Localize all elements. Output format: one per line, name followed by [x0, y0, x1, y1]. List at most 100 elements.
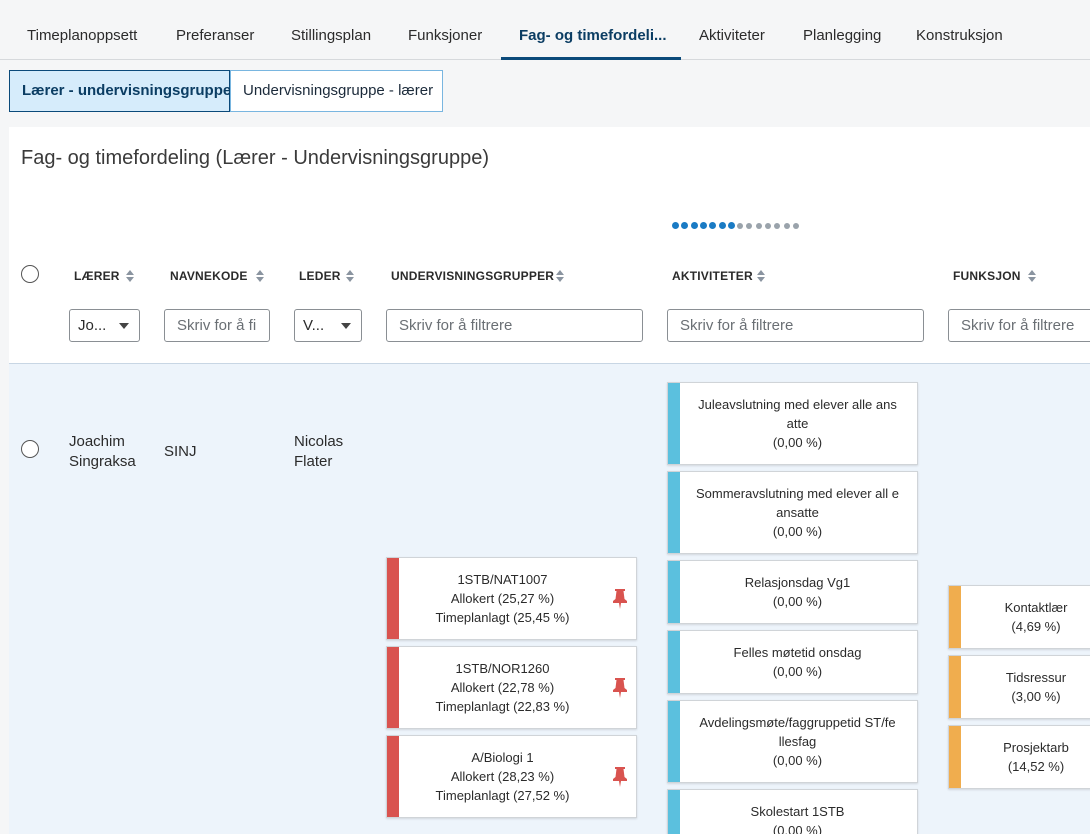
- activity-name: Felles møtetid onsdag: [733, 645, 862, 660]
- activity-card[interactable]: Felles møtetid onsdag (0,00 %): [667, 630, 918, 694]
- function-color-bar: [949, 726, 961, 788]
- activity-percent: (0,00 %): [772, 524, 823, 539]
- activity-color-bar: [668, 631, 680, 693]
- activity-percent: (0,00 %): [772, 753, 823, 768]
- function-card[interactable]: Kontaktlær (4,69 %): [948, 585, 1090, 649]
- main-tabs: Timeplanoppsett Preferanser Stillingspla…: [0, 0, 1090, 60]
- pin-icon[interactable]: [612, 766, 628, 788]
- leader-name: Nicolas Flater: [294, 433, 344, 470]
- function-color-bar: [949, 586, 961, 648]
- pin-icon[interactable]: [612, 588, 628, 610]
- function-name: Tidsressur: [1005, 670, 1067, 685]
- pagination-dot[interactable]: [774, 222, 781, 229]
- pagination-dot[interactable]: [727, 222, 735, 229]
- teaching-group-card[interactable]: A/Biologi 1 Allokert (28,23 %) Timeplanl…: [386, 735, 637, 818]
- sort-icon[interactable]: [555, 269, 565, 283]
- activity-card[interactable]: Relasjonsdag Vg1 (0,00 %): [667, 560, 918, 624]
- pagination-dot[interactable]: [709, 222, 717, 229]
- toggle-teacher-group[interactable]: Lærer - undervisningsgruppe: [9, 70, 231, 112]
- sort-icon[interactable]: [345, 269, 355, 283]
- activity-percent: (0,00 %): [772, 664, 823, 679]
- sort-icon[interactable]: [756, 269, 766, 283]
- activity-card[interactable]: Skolestart 1STB (0,00 %): [667, 789, 918, 834]
- group-allocated: Allokert (28,23 %): [450, 769, 555, 784]
- activity-card[interactable]: Avdelingsmøte/faggruppetid ST/fe llesfag…: [667, 700, 918, 783]
- pagination-dot[interactable]: [681, 222, 689, 229]
- function-name: Kontaktlær: [1004, 600, 1068, 615]
- teaching-group-card[interactable]: 1STB/NOR1260 Allokert (22,78 %) Timeplan…: [386, 646, 637, 729]
- column-header-groups[interactable]: UNDERVISNINGSGRUPPER: [391, 269, 554, 283]
- column-header-teacher[interactable]: LÆRER: [74, 269, 120, 283]
- function-percent: (3,00 %): [1011, 689, 1061, 704]
- group-scheduled: Timeplanlagt (25,45 %): [435, 610, 570, 625]
- activity-name: Avdelingsmøte/faggruppetid ST/fe llesfag: [699, 715, 896, 749]
- function-percent: (14,52 %): [1007, 759, 1065, 774]
- column-header-name-code[interactable]: NAVNEKODE: [170, 269, 248, 283]
- activity-color-bar: [668, 701, 680, 782]
- group-name: 1STB/NAT1007: [457, 572, 548, 587]
- group-scheduled: Timeplanlagt (22,83 %): [435, 699, 570, 714]
- pagination-dot[interactable]: [792, 222, 799, 229]
- teacher-filter-value: Jo...: [78, 317, 107, 334]
- column-header-leader[interactable]: LEDER: [299, 269, 341, 283]
- name-code: SINJ: [164, 443, 197, 460]
- tab-fag-og-timefordeling[interactable]: Fag- og timefordeli...: [519, 0, 667, 60]
- pagination-dot[interactable]: [690, 222, 698, 229]
- tab-aktiviteter[interactable]: Aktiviteter: [699, 0, 765, 60]
- pagination-dot[interactable]: [755, 222, 762, 229]
- teacher-name: Joachim Singraksa: [69, 433, 136, 470]
- teacher-filter-select[interactable]: Jo...: [69, 309, 140, 342]
- name-code-filter-input[interactable]: [164, 309, 270, 342]
- tab-planlegging[interactable]: Planlegging: [803, 0, 881, 60]
- activity-name: Skolestart 1STB: [750, 804, 845, 819]
- tab-funksjoner[interactable]: Funksjoner: [408, 0, 482, 60]
- group-color-bar: [387, 558, 399, 639]
- chevron-down-icon: [119, 323, 129, 329]
- pin-icon[interactable]: [612, 677, 628, 699]
- select-all-checkbox[interactable]: [21, 265, 39, 283]
- group-name: 1STB/NOR1260: [455, 661, 550, 676]
- tab-timeplanoppsett[interactable]: Timeplanoppsett: [27, 0, 137, 60]
- activity-name: Relasjonsdag Vg1: [744, 575, 851, 590]
- tab-konstruksjon[interactable]: Konstruksjon: [916, 0, 1003, 60]
- activity-card[interactable]: Sommeravslutning med elever all e ansatt…: [667, 471, 918, 554]
- function-card[interactable]: Prosjektarb (14,52 %): [948, 725, 1090, 789]
- pagination-dot[interactable]: [765, 222, 771, 229]
- tab-preferanser[interactable]: Preferanser: [176, 0, 254, 60]
- pagination-dot[interactable]: [672, 222, 679, 229]
- distribution-panel: Fag- og timefordeling (Lærer - Undervisn…: [9, 127, 1090, 834]
- activity-color-bar: [668, 383, 680, 464]
- group-color-bar: [387, 736, 399, 817]
- activity-percent: (0,00 %): [772, 594, 823, 609]
- toggle-group-teacher[interactable]: Undervisningsgruppe - lærer: [230, 70, 443, 112]
- group-allocated: Allokert (25,27 %): [450, 591, 555, 606]
- activity-card[interactable]: Juleavslutning med elever alle ans atte …: [667, 382, 918, 465]
- activity-name: Sommeravslutning med elever all e ansatt…: [695, 486, 900, 520]
- column-header-activities[interactable]: AKTIVITETER: [672, 269, 753, 283]
- pagination-dot[interactable]: [737, 222, 744, 229]
- activities-filter-input[interactable]: [667, 309, 924, 342]
- activity-percent: (0,00 %): [772, 823, 823, 834]
- function-card[interactable]: Tidsressur (3,00 %): [948, 655, 1090, 719]
- groups-filter-input[interactable]: [386, 309, 643, 342]
- row-checkbox[interactable]: [21, 440, 39, 458]
- activity-percent: (0,00 %): [772, 435, 823, 450]
- function-percent: (4,69 %): [1011, 619, 1061, 634]
- function-filter-input[interactable]: [948, 309, 1090, 342]
- pagination-dot[interactable]: [699, 222, 707, 229]
- pagination-dot[interactable]: [783, 222, 790, 229]
- activity-color-bar: [668, 790, 680, 834]
- active-tab-indicator: [501, 57, 681, 60]
- pagination-dot[interactable]: [718, 222, 726, 229]
- sort-icon[interactable]: [255, 269, 265, 283]
- sort-icon[interactable]: [125, 269, 135, 283]
- leader-filter-select[interactable]: V...: [294, 309, 362, 342]
- group-scheduled: Timeplanlagt (27,52 %): [435, 788, 570, 803]
- column-header-function[interactable]: FUNKSJON: [953, 269, 1021, 283]
- chevron-down-icon: [341, 323, 351, 329]
- group-color-bar: [387, 647, 399, 728]
- tab-stillingsplan[interactable]: Stillingsplan: [291, 0, 371, 60]
- sort-icon[interactable]: [1027, 269, 1037, 283]
- pagination-dot[interactable]: [746, 222, 753, 229]
- teaching-group-card[interactable]: 1STB/NAT1007 Allokert (25,27 %) Timeplan…: [386, 557, 637, 640]
